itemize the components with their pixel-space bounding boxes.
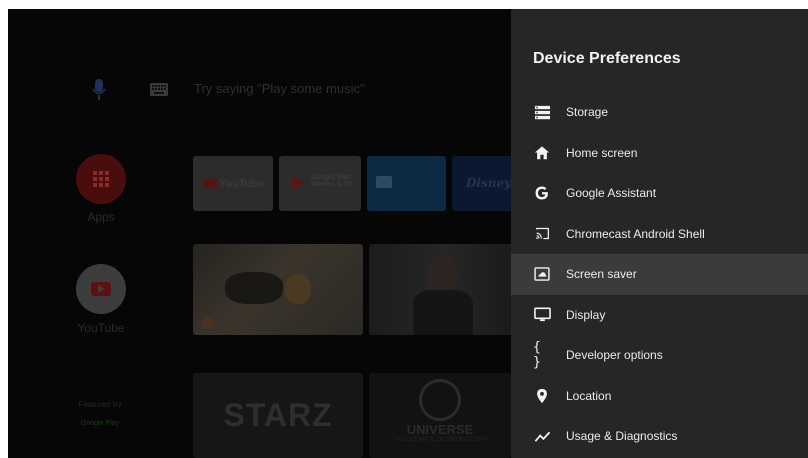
menu-item-home-screen[interactable]: Home screen [511, 133, 808, 174]
menu-item-chromecast-android-shell[interactable]: Chromecast Android Shell [511, 214, 808, 255]
menu-item-label: Usage & Diagnostics [566, 429, 678, 444]
location-pin-icon [533, 387, 551, 405]
keyboard-icon[interactable] [150, 83, 168, 96]
video-thumbnail-person[interactable] [369, 244, 519, 335]
menu-item-developer-options[interactable]: { } Developer options [511, 335, 808, 376]
apps-button[interactable] [76, 154, 126, 204]
play-movies-card[interactable]: Google Play Movies & TV [279, 156, 361, 211]
dc-universe-card[interactable]: UNIVERSE THE ULTIMATE DC MEMBERSHIP [369, 373, 511, 458]
youtube-app-card[interactable]: YouTube [193, 156, 273, 211]
dc-membership-label: THE ULTIMATE DC MEMBERSHIP [392, 437, 488, 443]
menu-item-usage-diagnostics[interactable]: Usage & Diagnostics [511, 416, 808, 457]
storage-icon [533, 103, 551, 121]
featured-by-label: Featured by [78, 400, 122, 409]
apps-label: Apps [87, 210, 115, 224]
dc-universe-label: UNIVERSE [406, 422, 474, 437]
launcher-background: Try saying "Play some music" Apps YouTub… [8, 9, 522, 458]
search-row[interactable]: Try saying "Play some music" [8, 75, 511, 105]
menu-item-google-assistant[interactable]: Google Assistant [511, 173, 808, 214]
braces-icon: { } [533, 340, 542, 371]
menu-item-label: Location [566, 388, 612, 403]
menu-item-screen-saver[interactable]: Screen saver [511, 254, 808, 295]
preferences-menu: Storage Home screen Google Assistant Chr… [511, 92, 808, 457]
youtube-channel-button[interactable] [76, 264, 126, 314]
home-icon [533, 144, 551, 162]
menu-item-label: Chromecast Android Shell [566, 226, 705, 241]
device-preferences-panel: Device Preferences Storage Home screen G… [511, 9, 808, 458]
menu-item-label: Google Assistant [566, 186, 657, 201]
panel-title: Device Preferences [533, 50, 681, 67]
microphone-icon[interactable] [92, 79, 106, 101]
menu-item-label: Home screen [566, 145, 638, 160]
google-icon [533, 184, 551, 202]
menu-item-display[interactable]: Display [511, 295, 808, 336]
screen-saver-icon [533, 265, 551, 283]
menu-item-location[interactable]: Location [511, 376, 808, 417]
menu-item-label: Developer options [566, 348, 663, 363]
starz-card[interactable]: STARZ [193, 373, 363, 458]
youtube-play-icon [91, 282, 111, 296]
tv-screen: Try saying "Play some music" Apps YouTub… [8, 9, 808, 458]
menu-item-label: Storage [566, 105, 609, 120]
video-thumbnail-dogs[interactable] [193, 244, 363, 335]
cast-icon [533, 225, 551, 243]
menu-item-storage[interactable]: Storage [511, 92, 808, 133]
blue-app-card[interactable] [367, 156, 446, 211]
menu-item-label: Screen saver [566, 267, 637, 282]
chart-line-icon [533, 427, 551, 445]
dc-logo-icon [419, 379, 461, 421]
play-movies-label: Google Play Movies & TV [311, 174, 353, 188]
display-icon [533, 306, 551, 324]
starz-logo-text: STARZ [223, 397, 333, 433]
play-movies-icon [291, 175, 306, 191]
search-hint: Try saying "Play some music" [194, 81, 365, 96]
youtube-label: YouTube [77, 321, 125, 335]
youtube-app-label: YouTube [219, 178, 265, 190]
featured-source-label: Google Play [80, 420, 120, 427]
menu-item-label: Display [566, 307, 606, 322]
apps-grid-icon [93, 171, 109, 187]
